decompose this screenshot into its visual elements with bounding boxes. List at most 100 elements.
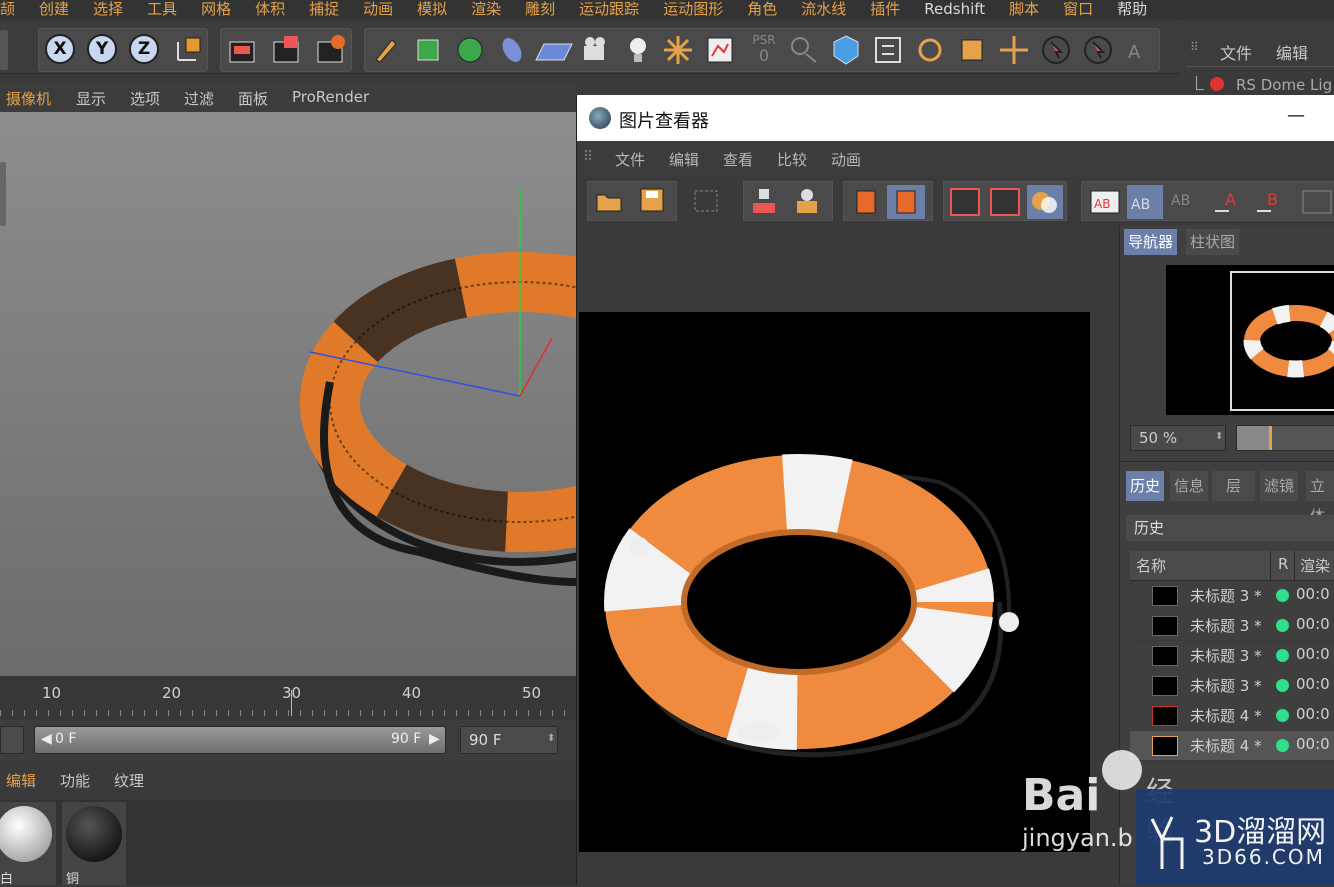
minimize-button[interactable]: —: [1287, 105, 1305, 126]
end-frame-field[interactable]: 90 F ⬍: [460, 726, 558, 754]
timeline-ruler[interactable]: 10 20 30 40 50: [0, 676, 576, 720]
move-icon[interactable]: [996, 32, 1032, 68]
material-menu-edit[interactable]: 编辑: [6, 770, 36, 791]
grip-icon[interactable]: ⠿: [583, 149, 593, 165]
transfer-icon[interactable]: [870, 32, 906, 68]
pv-menu-file[interactable]: 文件: [615, 149, 645, 170]
tab-history[interactable]: 历史: [1126, 471, 1165, 501]
set-a-icon[interactable]: A: [1211, 185, 1247, 219]
menu-item[interactable]: 帮助: [1105, 2, 1159, 17]
menu-item[interactable]: 雕刻: [513, 2, 567, 17]
ab-swap-icon[interactable]: AB: [1167, 185, 1203, 219]
material-menu-function[interactable]: 功能: [60, 770, 90, 791]
menu-item[interactable]: 网格: [189, 2, 243, 17]
subdivision-icon[interactable]: [452, 32, 488, 68]
ab-text-icon[interactable]: [1299, 185, 1333, 219]
floor-icon[interactable]: [534, 32, 574, 68]
material-black[interactable]: 铜: [62, 802, 126, 887]
toolbar-handle[interactable]: [0, 30, 8, 70]
objects-menu-file[interactable]: 文件: [1220, 40, 1252, 64]
viewport-menu-camera[interactable]: 摄像机: [6, 88, 51, 109]
open-file-icon[interactable]: [593, 185, 625, 217]
ab-compare-icon[interactable]: AB: [1087, 185, 1123, 219]
psr-icon[interactable]: PSR 0: [746, 32, 782, 68]
tab-info[interactable]: 信息: [1170, 471, 1209, 501]
picture-viewer-titlebar[interactable]: 图片查看器 —: [577, 95, 1334, 141]
save-file-icon[interactable]: [637, 185, 669, 217]
history-row[interactable]: 未标题 3 * 00:0: [1130, 611, 1334, 641]
z-axis-lock-button[interactable]: Z: [129, 34, 159, 64]
viewport-menu-filter[interactable]: 过滤: [184, 88, 214, 109]
menu-item[interactable]: 捕捉: [297, 2, 351, 17]
xpresso-icon[interactable]: [702, 32, 738, 68]
stereo-icon[interactable]: [1027, 185, 1063, 219]
menu-item[interactable]: 渲染: [459, 2, 513, 17]
menu-item[interactable]: 模拟: [405, 2, 459, 17]
menu-item[interactable]: 窗口: [1051, 2, 1105, 17]
object-row[interactable]: RS Dome Lig: [1182, 74, 1334, 96]
pv-menu-edit[interactable]: 编辑: [669, 149, 699, 170]
emitter-icon[interactable]: [660, 32, 696, 68]
render-settings-icon[interactable]: [312, 32, 348, 68]
scale-icon[interactable]: [954, 32, 990, 68]
viewport-menu-display[interactable]: 显示: [76, 88, 106, 109]
navigator-preview[interactable]: [1166, 265, 1334, 415]
pen-icon[interactable]: [368, 32, 404, 68]
snap-icon[interactable]: [786, 32, 822, 68]
zoom-field[interactable]: 50 % ⬍: [1130, 425, 1226, 451]
viewport-menu-prorender[interactable]: ProRender: [292, 88, 369, 106]
viewport-menu-options[interactable]: 选项: [130, 88, 160, 109]
3d-viewport[interactable]: [0, 112, 576, 676]
zoom-slider[interactable]: [1236, 425, 1334, 451]
column-render[interactable]: 渲染: [1300, 555, 1330, 576]
cube-blue-icon[interactable]: [828, 32, 864, 68]
column-name[interactable]: 名称: [1136, 555, 1166, 576]
set-b-icon[interactable]: B: [1253, 185, 1289, 219]
history-row[interactable]: 未标题 3 * 00:0: [1130, 581, 1334, 611]
pv-menu-animation[interactable]: 动画: [831, 149, 861, 170]
menu-item[interactable]: 工具: [135, 2, 189, 17]
pv-menu-view[interactable]: 查看: [723, 149, 753, 170]
y-axis-lock-button[interactable]: Y: [87, 34, 117, 64]
grip-icon[interactable]: ⠿: [1190, 40, 1199, 54]
tab-stereo[interactable]: 立体: [1306, 471, 1334, 525]
material-menu-texture[interactable]: 纹理: [114, 770, 144, 791]
range-slider[interactable]: ◀ 0 F 90 F ▶: [34, 726, 446, 754]
show-alpha-icon[interactable]: [947, 185, 983, 219]
material-white[interactable]: 白: [0, 802, 56, 887]
coordinate-system-icon[interactable]: [172, 34, 204, 64]
menu-item[interactable]: 运动图形: [651, 2, 735, 17]
select-live-icon[interactable]: [1038, 32, 1074, 68]
render-picture-viewer-icon[interactable]: [268, 32, 304, 68]
menu-item[interactable]: 运动跟踪: [567, 2, 651, 17]
objects-menu-edit[interactable]: 编辑: [1276, 40, 1308, 64]
show-channel-icon[interactable]: [987, 185, 1023, 219]
zoom-slider-handle[interactable]: [1269, 426, 1272, 450]
tab-filter[interactable]: 滤镜: [1260, 471, 1299, 501]
rotate-icon[interactable]: [912, 32, 948, 68]
pv-menu-compare[interactable]: 比较: [777, 149, 807, 170]
menu-item[interactable]: 创建: [27, 2, 81, 17]
ab-split-icon[interactable]: AB: [1127, 185, 1163, 219]
history-row-selected[interactable]: 未标题 4 * 00:0: [1130, 731, 1334, 761]
history-row[interactable]: 未标题 3 * 00:0: [1130, 671, 1334, 701]
playhead[interactable]: [291, 690, 292, 716]
tab-navigator[interactable]: 导航器: [1124, 229, 1178, 255]
menu-item[interactable]: 动画: [351, 2, 405, 17]
render-region-icon[interactable]: [689, 185, 725, 217]
history-row[interactable]: 未标题 3 * 00:0: [1130, 641, 1334, 671]
menu-item[interactable]: 颉: [0, 2, 27, 17]
delete-image-icon[interactable]: [847, 185, 885, 219]
menu-item[interactable]: 体积: [243, 2, 297, 17]
stop-render-icon[interactable]: [749, 185, 781, 217]
tab-histogram[interactable]: 柱状图: [1186, 229, 1240, 255]
x-axis-lock-button[interactable]: X: [45, 34, 75, 64]
deformer-icon[interactable]: [494, 32, 530, 68]
text-tool-icon[interactable]: A: [1122, 32, 1158, 68]
range-spinner[interactable]: [0, 726, 24, 754]
menu-item[interactable]: Redshift: [912, 2, 997, 17]
tab-layer[interactable]: 层: [1212, 471, 1256, 501]
column-r[interactable]: R: [1278, 555, 1288, 573]
viewport-menu-panel[interactable]: 面板: [238, 88, 268, 109]
render-active-icon[interactable]: [791, 185, 823, 217]
